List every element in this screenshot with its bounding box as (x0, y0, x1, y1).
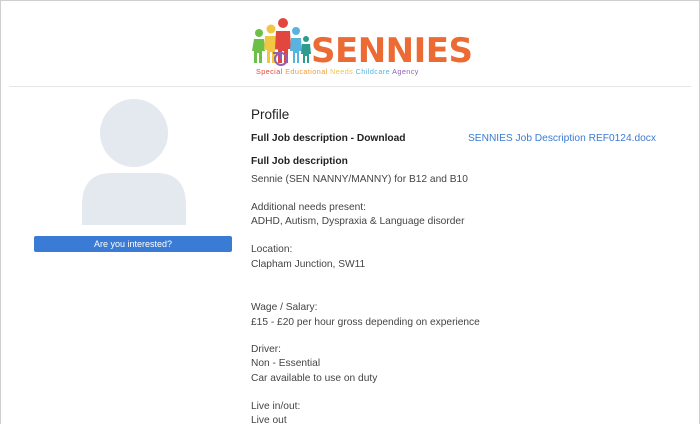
tagline-word: Childcare (355, 67, 391, 76)
profile-sidebar: Are you interested? (1, 87, 246, 424)
tagline-word: Agency (392, 67, 419, 76)
driver-note: Car available to use on duty (251, 373, 378, 384)
download-label: Full Job description - Download (251, 133, 406, 144)
job-description-heading: Full Job description (251, 156, 348, 167)
sennies-logo[interactable]: SENNIES Special Educational Needs Childc… (251, 17, 473, 79)
additional-needs-label: Additional needs present: (251, 202, 366, 213)
location-label: Location: (251, 244, 293, 255)
tagline-word: Special (256, 67, 283, 76)
page-frame: SENNIES Special Educational Needs Childc… (0, 0, 700, 424)
wage-label: Wage / Salary: (251, 302, 318, 313)
location-value: Clapham Junction, SW11 (251, 259, 366, 270)
logo-tagline: Special Educational Needs Childcare Agen… (256, 67, 419, 76)
tagline-word: Educational (285, 67, 328, 76)
job-description-download-link[interactable]: SENNIES Job Description REF0124.docx (468, 132, 656, 145)
additional-needs-value: ADHD, Autism, Dyspraxia & Language disor… (251, 216, 465, 227)
wage-value: £15 - £20 per hour gross depending on ex… (251, 317, 480, 328)
site-header: SENNIES Special Educational Needs Childc… (1, 1, 699, 86)
job-description-value: Sennie (SEN NANNY/MANNY) for B12 and B10 (251, 174, 468, 185)
live-in-out-value: Live out (251, 415, 287, 424)
children-figures-icon (252, 18, 311, 66)
driver-value: Non - Essential (251, 358, 321, 369)
logo-wordmark: SENNIES (311, 31, 473, 71)
tagline-word: Needs (330, 67, 354, 76)
profile-title: Profile (251, 107, 290, 122)
driver-label: Driver: (251, 344, 281, 355)
avatar-placeholder-icon (82, 99, 186, 225)
are-you-interested-button[interactable]: Are you interested? (34, 236, 232, 252)
live-in-out-label: Live in/out: (251, 401, 301, 412)
